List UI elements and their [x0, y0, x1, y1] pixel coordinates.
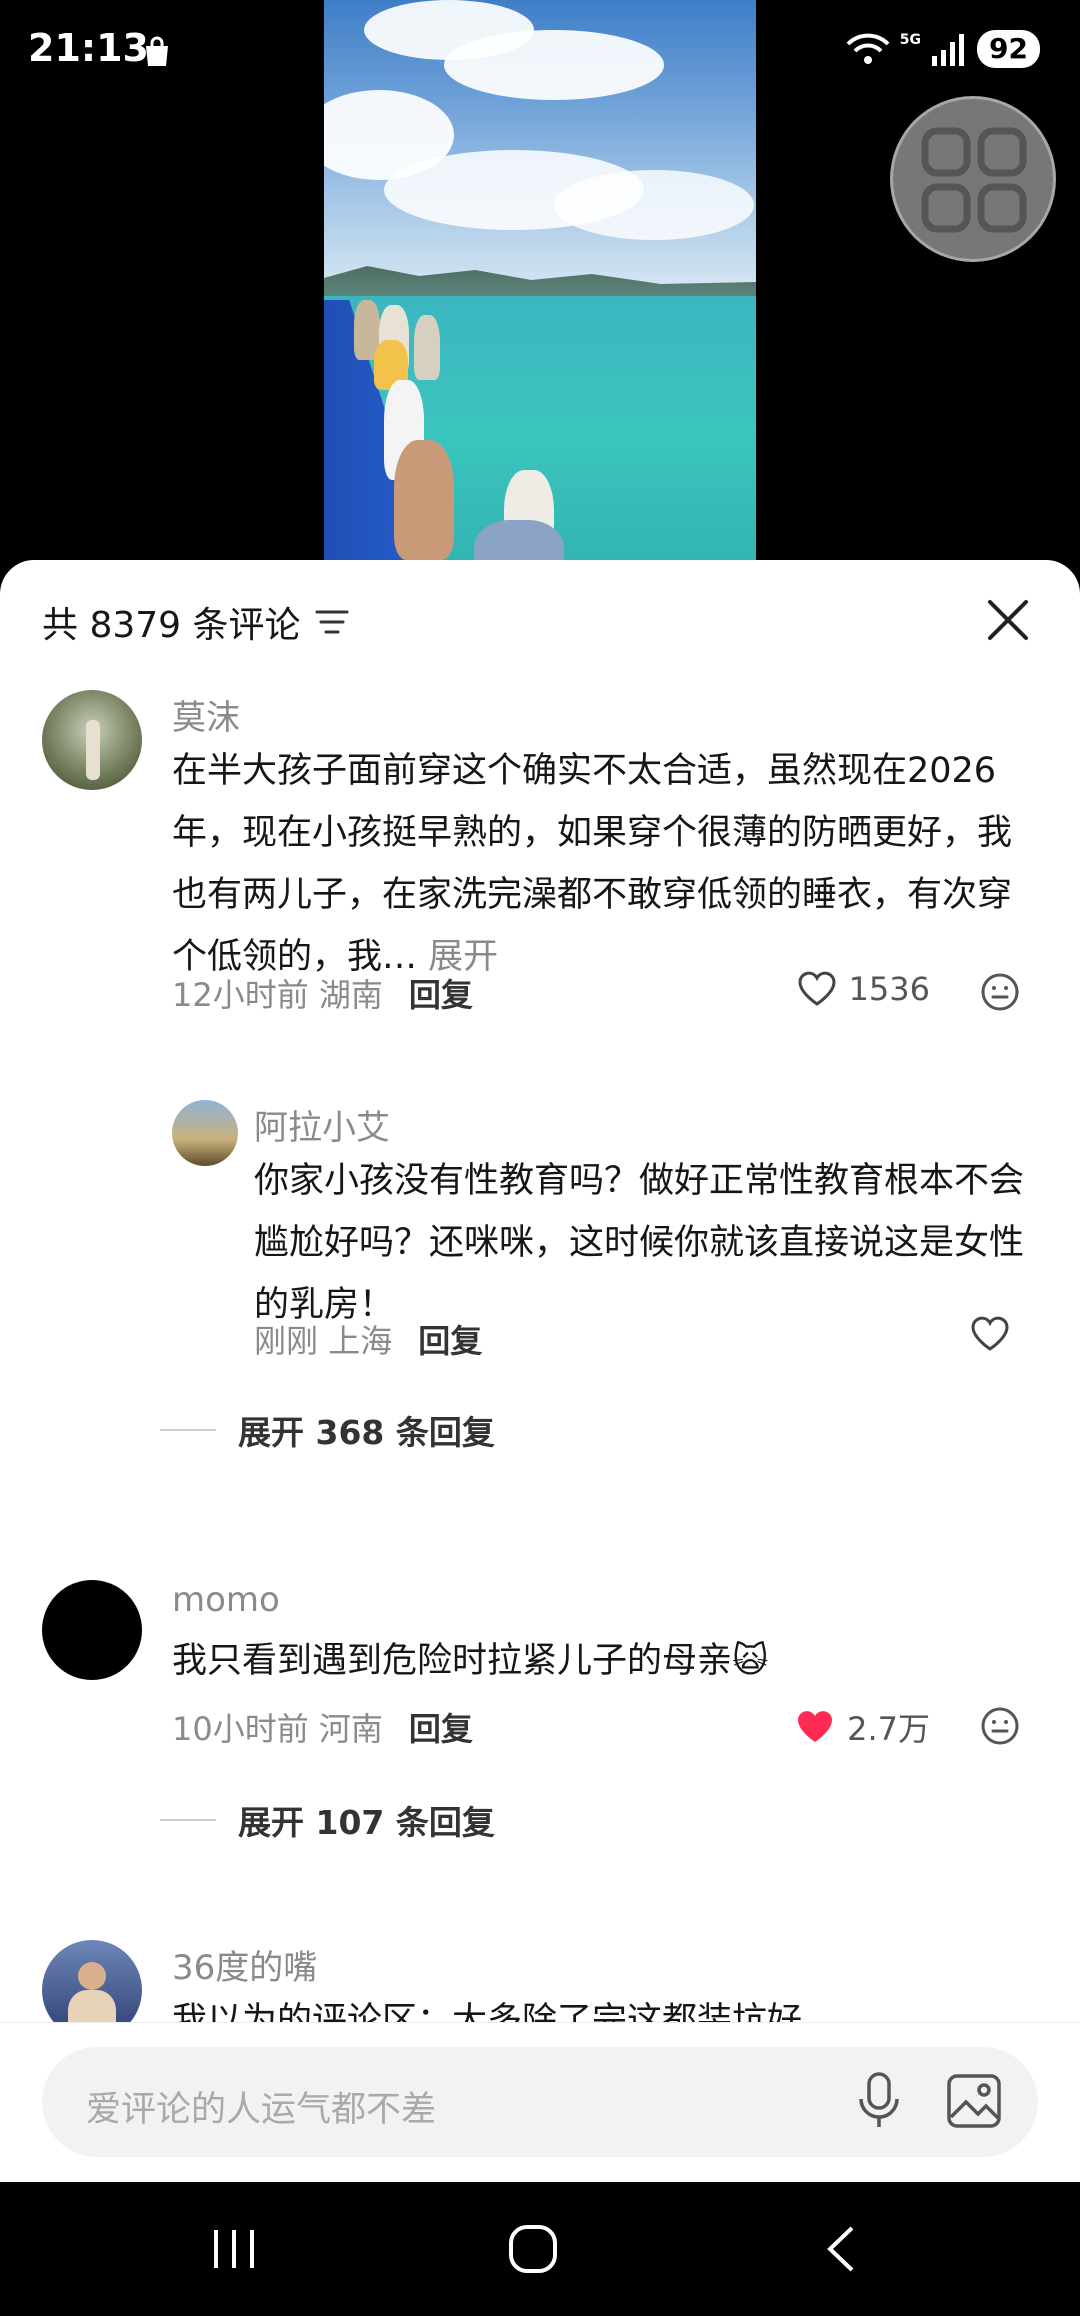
avatar[interactable] — [42, 1580, 142, 1680]
comment-username[interactable]: 莫沫 — [172, 690, 240, 739]
expand-replies-label: 展开 368 条回复 — [238, 1413, 495, 1452]
like-button[interactable]: 1536 — [797, 970, 930, 1008]
heart-outline-icon — [798, 971, 836, 1006]
like-count: 2.7万 — [847, 1710, 930, 1748]
network-type: 5G — [899, 32, 922, 48]
heart-filled-icon — [798, 1711, 833, 1742]
back-icon[interactable] — [818, 2224, 868, 2274]
close-icon[interactable] — [986, 598, 1030, 642]
comment-time-location: 10小时前 河南 — [172, 1710, 383, 1748]
comment-text-content: 我只看到遇到危险时拉紧儿子的母亲 — [172, 1641, 733, 1681]
image-icon[interactable] — [946, 2073, 1002, 2129]
like-button[interactable]: 2.7万 — [795, 1704, 930, 1750]
comment-text: 在半大孩子面前穿这个确实不太合适，虽然现在2026年，现在小孩挺早熟的，如果穿个… — [172, 740, 1038, 988]
status-time: 21:13 — [28, 26, 149, 70]
reply-button[interactable]: 回复 — [409, 970, 473, 1016]
home-icon[interactable] — [508, 2224, 558, 2274]
reply-time-location: 刚刚 上海 — [254, 1322, 393, 1360]
apps-grid-icon — [921, 127, 1027, 233]
signal-icon — [932, 34, 965, 66]
comment-username[interactable]: momo — [172, 1580, 280, 1620]
comment-count: 共 8379 条评论 — [42, 605, 301, 646]
divider-line — [160, 1429, 216, 1431]
reply-meta: 刚刚 上海 回复 — [254, 1316, 482, 1362]
comment-text-content: 在半大孩子面前穿这个确实不太合适，虽然现在2026年，现在小孩挺早熟的，如果穿个… — [172, 751, 1013, 977]
comment-count-header: 共 8379 条评论 — [42, 596, 349, 648]
cloud — [554, 170, 754, 240]
like-count: 1536 — [848, 970, 930, 1008]
recent-apps-icon[interactable] — [210, 2224, 260, 2274]
reply-avatar[interactable] — [172, 1100, 238, 1166]
reply-username[interactable]: 阿拉小艾 — [254, 1100, 390, 1149]
comment-time-location: 12小时前 湖南 — [172, 976, 383, 1014]
reply-button[interactable]: 回复 — [418, 1316, 482, 1362]
comment-text: 我只看到遇到危险时拉紧儿子的母亲🙀 — [172, 1630, 1038, 1692]
wifi-icon — [846, 33, 890, 64]
heart-outline-icon[interactable] — [970, 1316, 1010, 1352]
emoji-reaction-icon[interactable] — [980, 1706, 1020, 1746]
system-navigation-bar — [0, 2182, 1080, 2316]
comment-panel: 共 8379 条评论 莫沫 在半大孩子面前穿这个确实不太合适，虽然现在2026年… — [0, 560, 1080, 2182]
comment-meta: 12小时前 湖南 回复 — [172, 970, 473, 1016]
sort-filter-icon[interactable] — [315, 607, 349, 637]
shopping-bag-icon — [146, 36, 168, 66]
comment-meta: 10小时前 河南 回复 — [172, 1704, 473, 1750]
expand-replies-button[interactable]: 展开 107 条回复 — [160, 1796, 495, 1844]
comment-input-bar: 爱评论的人运气都不差 — [0, 2022, 1080, 2183]
comment-username[interactable]: 36度的嘴 — [172, 1940, 317, 1989]
expand-replies-button[interactable]: 展开 368 条回复 — [160, 1406, 495, 1454]
emoji-reaction-icon[interactable] — [980, 972, 1020, 1012]
battery-level: 92 — [977, 30, 1040, 68]
person — [394, 440, 454, 560]
divider-line — [160, 1819, 216, 1821]
person — [414, 315, 440, 380]
comment-input-placeholder: 爱评论的人运气都不差 — [86, 2090, 437, 2130]
microphone-icon[interactable] — [854, 2071, 904, 2131]
reply-button[interactable]: 回复 — [409, 1704, 473, 1750]
floating-menu-button[interactable] — [890, 96, 1056, 262]
expand-replies-label: 展开 107 条回复 — [238, 1803, 495, 1842]
reply-text: 你家小孩没有性教育吗？做好正常性教育根本不会尴尬好吗？还咪咪，这时候你就该直接说… — [254, 1161, 1025, 1325]
cat-emoji: 🙀 — [732, 1641, 769, 1681]
avatar[interactable] — [42, 690, 142, 790]
status-bar: 21:13 5G 92 — [0, 0, 1080, 100]
